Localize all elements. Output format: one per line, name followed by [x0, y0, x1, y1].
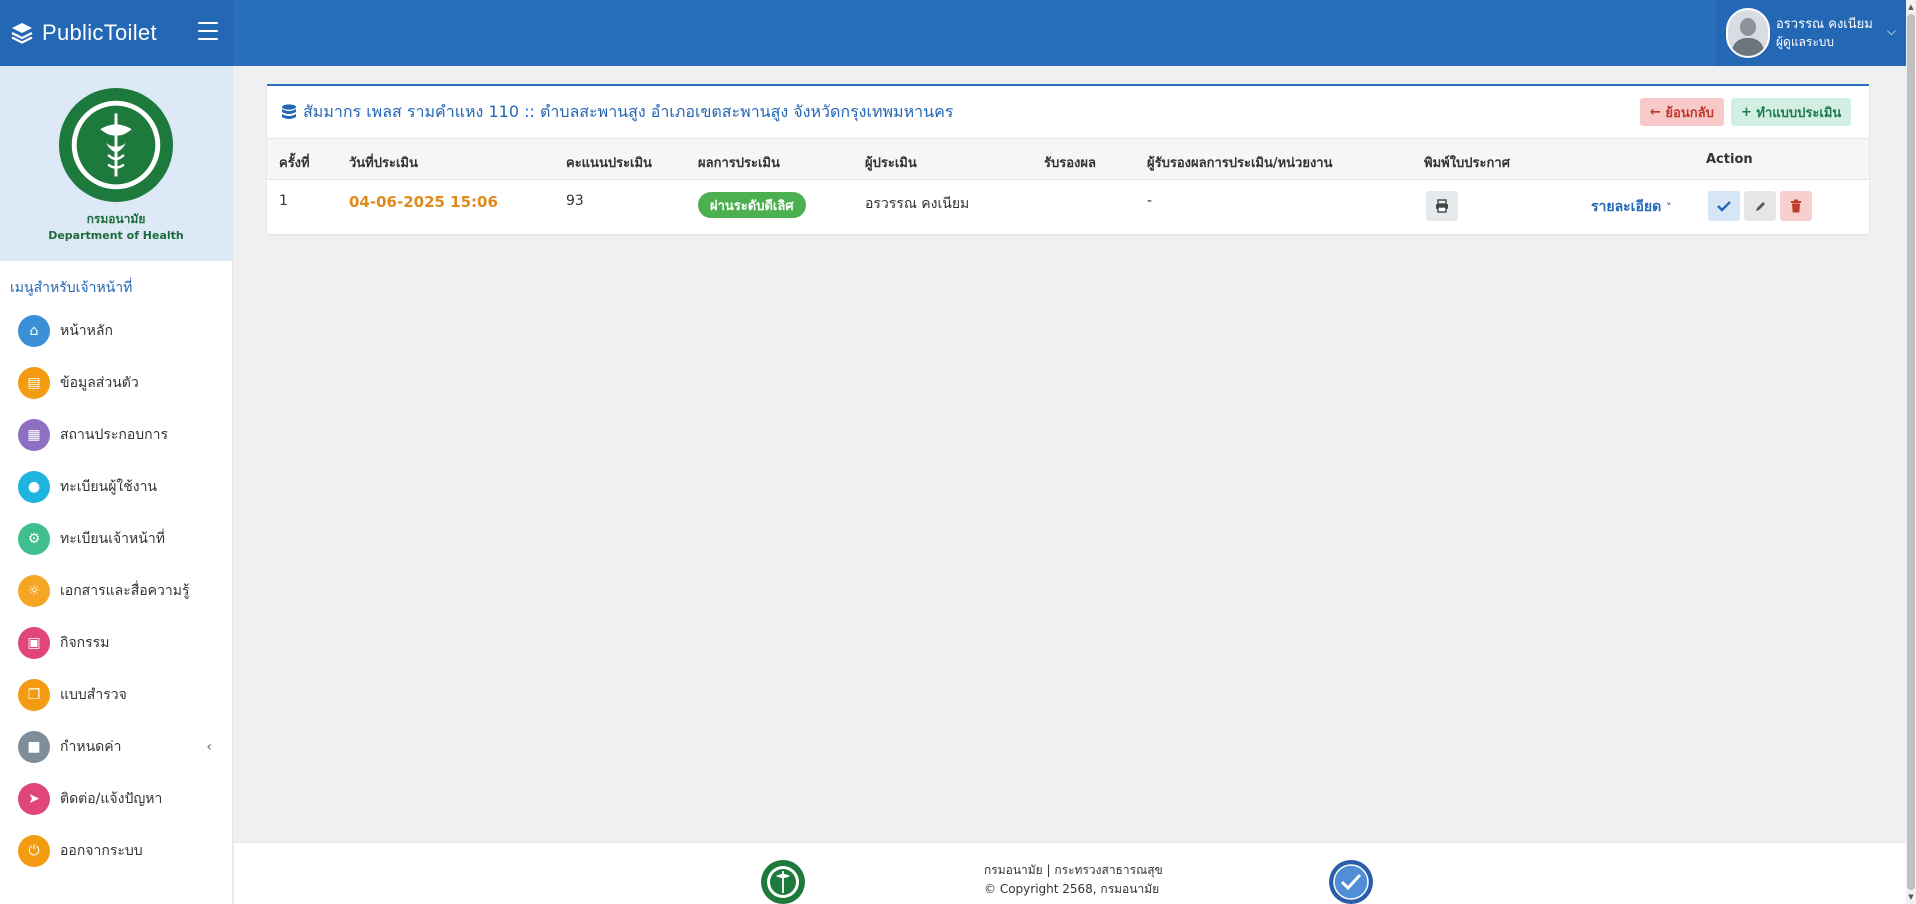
cell-score: 93 [566, 193, 584, 209]
sidebar-item[interactable]: ⌂ หน้าหลัก [0, 305, 232, 357]
sidebar-item-label: เอกสารและสื่อความรู้ [60, 583, 190, 599]
card-title: สัมมากร เพลส รามคำแหง 110 :: ตำบลสะพานสู… [281, 100, 953, 125]
top-navbar: PublicToilet อรวรรณ คงเนียม ผู้ดูแลระบบ … [0, 0, 1906, 66]
approve-button[interactable] [1708, 191, 1740, 221]
cell-evaluator: อรวรรณ คงเนียม [865, 196, 970, 212]
clone-icon: ❐ [18, 679, 50, 711]
sidebar-item-label: หน้าหลัก [60, 323, 113, 339]
pencil-icon [1755, 201, 1765, 211]
database-icon [282, 103, 296, 119]
table-row: 1 04-06-2025 15:06 93 ผ่านระดับดีเลิศ อร… [267, 181, 1869, 233]
sidebar-item[interactable]: ■ กำหนดค่า ‹ [0, 721, 232, 773]
col-date: วันที่ประเมิน [349, 156, 418, 171]
sidebar-item[interactable]: ❐ แบบสำรวจ [0, 669, 232, 721]
col-print: พิมพ์ใบประกาศ [1424, 156, 1510, 171]
col-certified: รับรองผล [1044, 156, 1096, 171]
footer-copyright: กรมอนามัย | กระทรวงสาธารณสุข © Copyright… [984, 863, 1163, 896]
menu-header: เมนูสำหรับเจ้าหน้าที่ [10, 280, 133, 296]
sidebar-item[interactable]: ☼ เอกสารและสื่อความรู้ [0, 565, 232, 617]
cell-date: 04-06-2025 15:06 [349, 193, 498, 211]
sidebar-item-label: ข้อมูลส่วนตัว [60, 375, 139, 391]
sidebar-item[interactable]: ▣ กิจกรรม [0, 617, 232, 669]
plus-icon: + [1741, 104, 1757, 120]
col-result: ผลการประเมิน [698, 156, 780, 171]
col-score: คะแนนประเมิน [566, 156, 652, 171]
sidebar-item-label: ติดต่อ/แจ้งปัญหา [60, 791, 163, 807]
sidebar-item-label: สถานประกอบการ [60, 427, 169, 443]
delete-button[interactable] [1780, 191, 1812, 221]
edit-button[interactable] [1744, 191, 1776, 221]
scroll-down-icon[interactable]: ▼ [1907, 892, 1915, 902]
dept-name-th: กรมอนามัย [86, 212, 146, 226]
brand-name: PublicToilet [42, 20, 157, 45]
sidebar-menu: ⌂ หน้าหลัก ▤ ข้อมูลส่วนตัว ▦ สถานประกอบการ ● ทะ… [0, 305, 232, 877]
table-header: ครั้งที่ วันที่ประเมิน คะแนนประเมิน ผลกา… [267, 138, 1869, 180]
user-menu[interactable]: อรวรรณ คงเนียม ผู้ดูแลระบบ ⌵ [1716, 0, 1906, 66]
back-button[interactable]: ← ย้อนกลับ [1640, 98, 1724, 126]
user-gear-icon: ⚙ [18, 523, 50, 555]
col-evaluator: ผู้ประเมิน [865, 156, 917, 171]
avatar [1726, 8, 1770, 58]
sidebar-item[interactable]: ▤ ข้อมูลส่วนตัว [0, 357, 232, 409]
dept-name-en: Department of Health [48, 229, 184, 242]
arrow-left-icon: ← [1650, 104, 1666, 120]
sidebar-item[interactable]: ▦ สถานประกอบการ [0, 409, 232, 461]
cube-icon: ■ [18, 731, 50, 763]
check-icon [1717, 201, 1731, 212]
evaluation-card: สัมมากร เพลส รามคำแหง 110 :: ตำบลสะพานสู… [267, 84, 1869, 234]
footer: กรมอนามัย | กระทรวงสาธารณสุข © Copyright… [234, 842, 1906, 904]
sidebar-item-label: ทะเบียนผู้ใช้งาน [60, 479, 158, 495]
verified-badge-icon [1329, 860, 1373, 904]
menu-toggle-icon[interactable] [198, 22, 218, 40]
sidebar-item-label: แบบสำรวจ [60, 687, 127, 703]
sidebar-item[interactable]: ● ทะเบียนผู้ใช้งาน [0, 461, 232, 513]
ministry-seal-logo [761, 860, 805, 904]
home-icon: ⌂ [18, 315, 50, 347]
image-icon: ▣ [18, 627, 50, 659]
col-action: Action [1706, 152, 1753, 167]
page-scrollbar[interactable]: ▲ ▼ [1906, 0, 1916, 904]
dept-logo-area: กรมอนามัย Department of Health [0, 66, 232, 261]
col-round: ครั้งที่ [279, 156, 310, 171]
scroll-thumb[interactable] [1907, 14, 1915, 890]
sidebar-item[interactable]: ➤ ติดต่อ/แจ้งปัญหา [0, 773, 232, 825]
result-badge: ผ่านระดับดีเลิศ [698, 192, 806, 218]
user-name: อรวรรณ คงเนียม [1776, 17, 1873, 32]
col-certifier: ผู้รับรองผลการประเมิน/หน่วยงาน [1147, 156, 1333, 171]
print-icon [1436, 199, 1448, 213]
trash-icon [1791, 199, 1801, 213]
establishment-title: สัมมากร เพลส รามคำแหง 110 :: ตำบลสะพานสู… [303, 102, 954, 121]
chevron-down-icon: ⌵ [1886, 24, 1896, 38]
chevron-down-icon: ˅ [1666, 201, 1672, 214]
main-content: สัมมากร เพลส รามคำแหง 110 :: ตำบลสะพานสู… [234, 66, 1906, 842]
sidebar-item-label: ออกจากระบบ [60, 843, 143, 859]
lightbulb-icon: ☼ [18, 575, 50, 607]
cell-certifier: - [1147, 193, 1153, 209]
id-card-icon: ▤ [18, 367, 50, 399]
user-role: ผู้ดูแลระบบ [1776, 35, 1835, 49]
print-certificate-button[interactable] [1426, 191, 1458, 221]
sidebar-item-label: ทะเบียนเจ้าหน้าที่ [60, 531, 165, 547]
layers-icon [11, 23, 33, 44]
detail-dropdown[interactable]: รายละเอียด ˅ [1591, 196, 1672, 218]
building-icon: ▦ [18, 419, 50, 451]
sidebar: กรมอนามัย Department of Health เมนูสำหรั… [0, 66, 233, 904]
brand[interactable]: PublicToilet [0, 0, 233, 66]
cell-round: 1 [279, 193, 288, 209]
sidebar-item[interactable]: ⚙ ทะเบียนเจ้าหน้าที่ [0, 513, 232, 565]
new-evaluation-button[interactable]: + ทำแบบประเมิน [1731, 98, 1852, 126]
sidebar-item-label: กิจกรรม [60, 635, 110, 651]
ministry-seal-logo [58, 87, 174, 203]
chevron-left-icon: ‹ [206, 739, 212, 755]
sidebar-item-label: กำหนดค่า [60, 739, 122, 755]
scroll-up-icon[interactable]: ▲ [1907, 2, 1915, 12]
sidebar-item[interactable]: ⏻ ออกจากระบบ [0, 825, 232, 877]
megaphone-icon: ➤ [18, 783, 50, 815]
user-icon: ● [18, 471, 50, 503]
power-icon: ⏻ [18, 835, 50, 867]
